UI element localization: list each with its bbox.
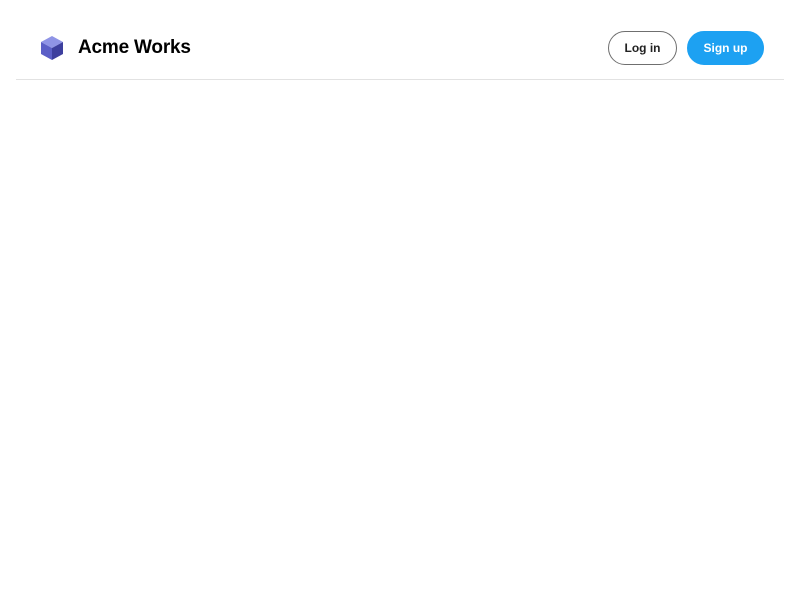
brand-name: Acme Works xyxy=(78,37,191,58)
sign-up-button[interactable]: Sign up xyxy=(687,31,764,65)
log-in-button[interactable]: Log in xyxy=(608,31,677,65)
auth-actions: Log in Sign up xyxy=(608,31,764,65)
brand-home-link[interactable]: Acme Works xyxy=(40,35,191,61)
top-navigation-bar: Acme Works Log in Sign up xyxy=(16,0,784,80)
page: Acme Works Log in Sign up xyxy=(0,0,800,600)
cube-icon xyxy=(41,36,63,60)
